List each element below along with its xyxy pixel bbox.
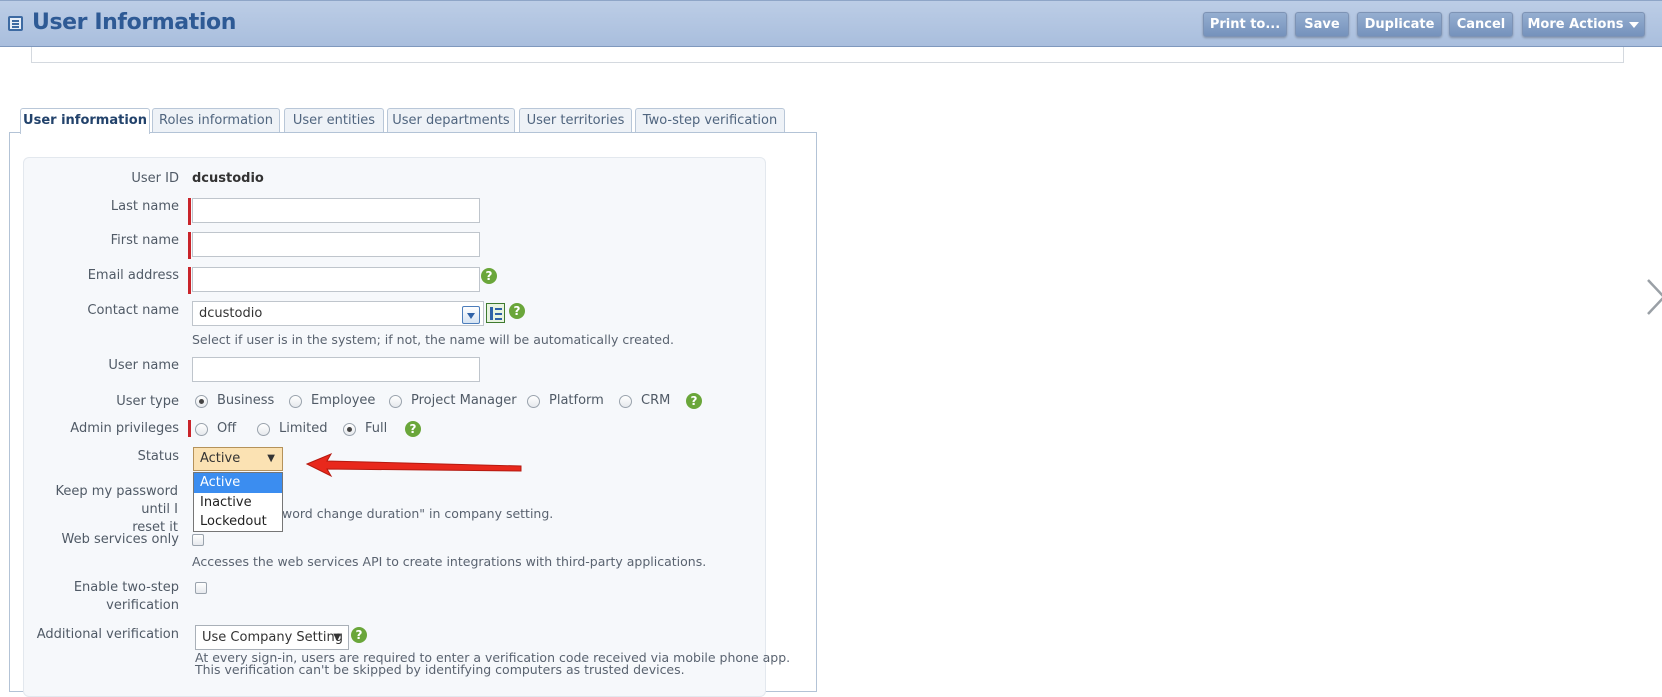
status-label: Status	[137, 449, 179, 464]
more-actions-label: More Actions	[1527, 17, 1624, 32]
keep-password-label-line1: Keep my password until I	[55, 484, 178, 517]
admin-full-label: Full	[365, 421, 388, 436]
annotation-arrow	[305, 452, 522, 478]
status-select-value: Active	[200, 451, 241, 466]
user-type-platform-radio[interactable]	[527, 395, 540, 408]
tab-roles-information[interactable]: Roles information	[152, 108, 280, 133]
tab-user-territories[interactable]: User territories	[519, 108, 632, 133]
summary-box	[31, 47, 1624, 63]
additional-verification-hint: At every sign-in, users are required to …	[195, 651, 790, 677]
contact-name-combobox[interactable]	[192, 301, 484, 326]
first-name-input[interactable]	[192, 232, 480, 257]
admin-full-radio[interactable]	[343, 423, 356, 436]
help-icon[interactable]: ?	[351, 627, 367, 643]
two-step-label: Enable two-step verification	[24, 579, 179, 615]
web-services-hint: Accesses the web services API to create …	[192, 554, 707, 569]
combobox-dropdown-button[interactable]	[462, 306, 480, 324]
user-type-employee-radio[interactable]	[289, 395, 302, 408]
user-type-project-manager-radio[interactable]	[389, 395, 402, 408]
keep-password-label: Keep my password until I reset it	[24, 483, 178, 537]
user-type-label: User type	[116, 394, 179, 409]
user-type-crm-label: CRM	[641, 393, 671, 408]
status-option-lockedout[interactable]: Lockedout	[194, 512, 282, 532]
required-marker	[188, 420, 191, 437]
dropdown-arrow-icon: ▼	[267, 453, 275, 464]
chevron-down-icon	[1629, 21, 1640, 28]
last-name-input[interactable]	[192, 198, 480, 223]
user-name-input[interactable]	[192, 357, 480, 382]
additional-verification-hint-line2: This verification can't be skipped by id…	[195, 662, 685, 677]
status-option-inactive[interactable]: Inactive	[194, 493, 282, 513]
more-actions-button[interactable]: More Actions	[1522, 12, 1645, 37]
additional-verification-select[interactable]: Use Company Setting ▼	[195, 625, 349, 650]
admin-off-label: Off	[217, 421, 237, 436]
print-button[interactable]: Print to...	[1203, 12, 1287, 37]
web-services-label: Web services only	[61, 532, 179, 547]
help-icon[interactable]: ?	[509, 303, 525, 319]
contact-list-icon[interactable]	[486, 303, 505, 323]
required-marker	[188, 267, 191, 294]
tab-two-step-verification[interactable]: Two-step verification	[635, 108, 785, 133]
dropdown-arrow-icon: ▼	[333, 632, 341, 643]
admin-limited-radio[interactable]	[257, 423, 270, 436]
user-type-employee-label: Employee	[311, 393, 376, 408]
user-id-label: User ID	[131, 171, 179, 186]
tab-user-information[interactable]: User information	[20, 108, 150, 134]
email-input[interactable]	[192, 267, 480, 292]
admin-limited-label: Limited	[279, 421, 328, 436]
last-name-label: Last name	[110, 199, 179, 214]
save-button[interactable]: Save	[1295, 12, 1349, 37]
status-select[interactable]: Active ▼	[193, 447, 283, 471]
page-title: User Information	[32, 10, 236, 35]
two-step-label-line2: verification	[106, 598, 179, 613]
chevron-right-icon[interactable]	[1644, 277, 1662, 317]
two-step-checkbox[interactable]	[195, 582, 207, 594]
duplicate-button[interactable]: Duplicate	[1357, 12, 1442, 37]
user-type-crm-radio[interactable]	[619, 395, 632, 408]
user-type-business-radio[interactable]	[195, 395, 208, 408]
additional-verification-value: Use Company Setting	[202, 630, 343, 645]
user-id-value: dcustodio	[192, 171, 264, 186]
keep-password-hint: word change duration" in company setting…	[282, 506, 554, 521]
tab-user-departments[interactable]: User departments	[387, 108, 515, 133]
user-name-label: User name	[108, 358, 179, 373]
help-icon[interactable]: ?	[686, 393, 702, 409]
first-name-label: First name	[110, 233, 179, 248]
status-option-active[interactable]: Active	[194, 473, 282, 493]
admin-privileges-label: Admin privileges	[70, 421, 179, 436]
status-dropdown-list: Active Inactive Lockedout	[193, 472, 283, 532]
user-type-project-manager-label: Project Manager	[411, 393, 517, 408]
two-step-label-line1: Enable two-step	[73, 580, 179, 595]
user-type-platform-label: Platform	[549, 393, 604, 408]
required-marker	[188, 198, 191, 225]
help-icon[interactable]: ?	[405, 421, 421, 437]
contact-name-label: Contact name	[87, 303, 179, 318]
required-marker	[188, 232, 191, 259]
page-header: User Information Print to... Save Duplic…	[0, 0, 1662, 47]
help-icon[interactable]: ?	[481, 268, 497, 284]
contact-name-hint: Select if user is in the system; if not,…	[192, 332, 674, 347]
tab-user-entities[interactable]: User entities	[284, 108, 384, 133]
cancel-button[interactable]: Cancel	[1449, 12, 1513, 37]
email-label: Email address	[87, 268, 179, 283]
additional-verification-label: Additional verification	[36, 627, 179, 642]
admin-off-radio[interactable]	[195, 423, 208, 436]
list-icon	[8, 16, 23, 31]
web-services-checkbox[interactable]	[192, 534, 204, 546]
user-type-business-label: Business	[217, 393, 275, 408]
